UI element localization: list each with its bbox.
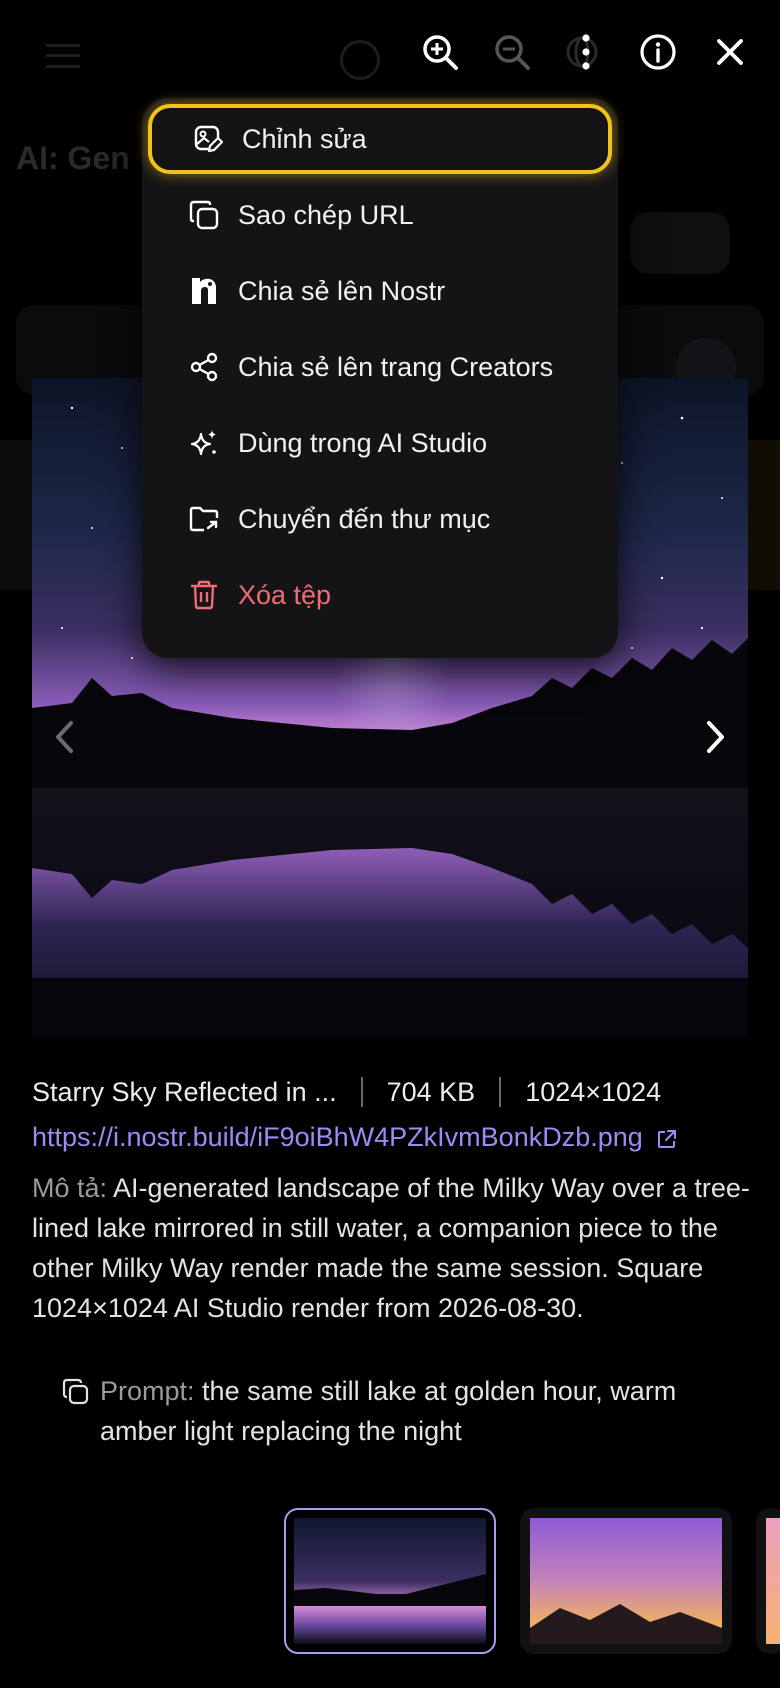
thumbnail-golden-hour[interactable] [520,1508,732,1654]
previous-image-button[interactable] [44,712,84,762]
share-icon [186,349,222,385]
bg-side-panel-left [0,440,32,590]
copy-icon [62,1378,89,1405]
file-actions-menu: Chỉnh sửa Sao chép URL Chia sẻ lên Nostr… [142,98,618,658]
thumbnail-starry-lake[interactable] [284,1508,496,1654]
close-button[interactable] [708,30,752,74]
zoom-in-button[interactable] [418,30,462,74]
menu-item-edit[interactable]: Chỉnh sửa [148,104,612,174]
background-view-toggle [630,212,730,274]
menu-item-label: Chia sẻ lên trang Creators [238,351,554,382]
menu-item-label: Chuyển đến thư mục [238,503,491,534]
copy-icon [186,197,222,233]
menu-item-label: Xóa tệp [238,579,332,610]
file-dimensions: 1024×1024 [525,1076,662,1107]
menu-item-copy-url[interactable]: Sao chép URL [148,180,612,250]
more-vertical-icon [582,34,590,70]
close-icon [717,39,743,65]
menu-item-label: Chỉnh sửa [242,123,367,154]
thumbnail-partial[interactable] [756,1508,780,1654]
description-text: AI-generated landscape of the Milky Way … [32,1173,750,1323]
file-url[interactable]: https://i.nostr.build/iF9oiBhW4PZkIvmBon… [32,1122,643,1152]
file-info-row: Starry Sky Reflected in ... 704 KB 1024×… [32,1070,752,1114]
menu-item-move-folder[interactable]: Chuyển đến thư mục [148,484,612,554]
file-size: 704 KB [386,1076,476,1107]
zoom-out-icon [495,35,530,70]
nostr-icon [186,273,222,309]
hamburger-icon [46,44,80,68]
info-button[interactable] [636,30,680,74]
zoom-out-button[interactable] [490,30,534,74]
menu-item-label: Chia sẻ lên Nostr [238,275,446,306]
chevron-right-icon [707,721,724,753]
external-link-icon [658,1129,677,1148]
file-name: Starry Sky Reflected in ... [32,1076,337,1107]
edit-image-icon [190,121,226,157]
menu-item-share-creators[interactable]: Chia sẻ lên trang Creators [148,332,612,402]
copy-prompt-button[interactable] [62,1378,90,1411]
divider [499,1077,502,1107]
info-icon [640,34,676,70]
background-page-title: AI: Gen [16,140,130,176]
menu-item-delete-file[interactable]: Xóa tệp [148,560,612,630]
menu-item-label: Sao chép URL [238,199,414,230]
more-options-button[interactable] [564,30,608,74]
divider [360,1077,363,1107]
prompt-label: Prompt: [100,1376,195,1406]
menu-item-share-nostr[interactable]: Chia sẻ lên Nostr [148,256,612,326]
trash-icon [186,577,222,613]
menu-item-label: Dùng trong AI Studio [238,427,488,458]
menu-item-ai-studio[interactable]: Dùng trong AI Studio [148,408,612,478]
file-url-link[interactable]: https://i.nostr.build/iF9oiBhW4PZkIvmBon… [32,1122,678,1153]
zoom-in-icon [423,35,458,70]
description-label: Mô tả: [32,1173,108,1203]
sparkles-icon [186,425,222,461]
chevron-left-icon [56,721,73,753]
file-prompt: Prompt: the same still lake at golden ho… [100,1371,760,1451]
bg-smile-icon [340,40,380,80]
bg-side-panel-right [748,440,780,590]
file-description: Mô tả: AI-generated landscape of the Mil… [32,1168,752,1328]
next-image-button[interactable] [696,712,736,762]
move-folder-icon [186,501,222,537]
